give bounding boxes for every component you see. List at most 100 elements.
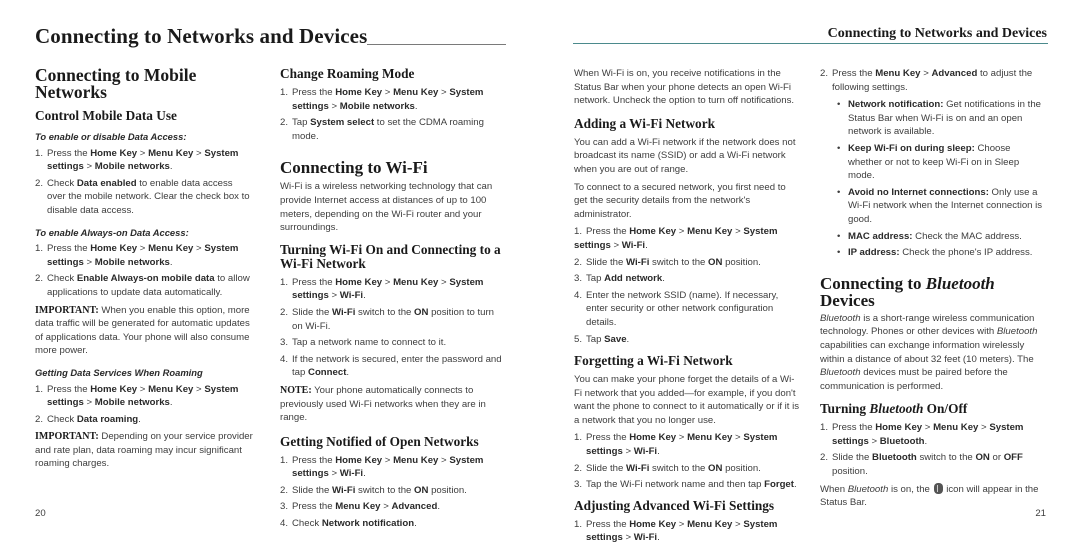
wifi-intro: Wi-Fi is a wireless networking technolog… <box>280 181 493 234</box>
page-number-left: 20 <box>35 508 46 519</box>
subsection-title-control-data: Control Mobile Data Use <box>35 108 177 123</box>
section-title-mobile-networks: Connecting to Mobile Networks <box>35 65 197 102</box>
list-item: 4. Check Network notification. <box>280 518 417 530</box>
step-number: 1. <box>574 432 583 444</box>
list-item: 1. Press the Home Key > Menu Key > System… <box>574 226 778 251</box>
list-item: 1. Press the Home Key > Menu Key > System… <box>280 87 484 112</box>
step-number: 1. <box>280 87 289 98</box>
list-item: • IP address: Check the phone's IP addres… <box>837 247 1033 259</box>
procedure-title-always-on: To enable Always-on Data Access: <box>35 226 189 238</box>
subsection-title-turning-wifi: Turning Wi-Fi On and Connecting to a Wi-… <box>280 241 501 271</box>
important-note-always-on: IMPORTANT: When you enable this option, … <box>35 304 250 357</box>
step-number: 2. <box>574 256 583 268</box>
bluetooth-icon <box>933 482 943 494</box>
column-4: 2. Press the Menu Key > Advanced to adjus… <box>820 67 1045 514</box>
important-note-roaming: IMPORTANT: Depending on your service pro… <box>35 431 253 470</box>
subsection-title-forgetting-wifi: Forgetting a Wi-Fi Network <box>574 353 733 369</box>
steps-adding-wifi: 1. Press the Home Key > Menu Key > System… <box>574 225 800 346</box>
subsection-title-advanced-wifi: Adjusting Advanced Wi-Fi Settings <box>574 497 775 513</box>
list-item: 1. Press the Home Key > Menu Key > System… <box>574 432 778 458</box>
adding-paragraph-2: To connect to a secured network, you fir… <box>574 181 786 220</box>
list-item: 3. Tap Add network. <box>574 273 665 285</box>
step-number: 1. <box>820 422 829 434</box>
column-3: When Wi-Fi is on, you receive notificati… <box>574 67 800 549</box>
steps-turning-wifi: 1. Press the Home Key > Menu Key > System… <box>280 276 505 380</box>
step-number: 2. <box>280 306 289 318</box>
subsection-title-adding-wifi: Adding a Wi-Fi Network <box>574 115 715 131</box>
list-item: 3. Tap a network name to connect to it. <box>280 337 447 349</box>
step-number: 1. <box>574 226 583 238</box>
header-rule-left <box>367 44 506 45</box>
list-item: • Avoid no Internet connections: Only use… <box>837 186 1043 225</box>
list-item: • MAC address: Check the MAC address. <box>837 230 1022 242</box>
list-item: 3. Press the Menu Key > Advanced. <box>280 501 440 513</box>
header-rule-right <box>573 43 1048 44</box>
steps-notified: 1. Press the Home Key > Menu Key > System… <box>280 454 505 531</box>
list-item: 2. Slide the Wi-Fi switch to the ON posit… <box>280 484 467 496</box>
step-number: 5. <box>574 333 583 345</box>
steps-turning-bluetooth: 1. Press the Home Key > Menu Key > System… <box>820 421 1045 478</box>
step-number: 3. <box>280 337 289 349</box>
section-title-wifi: Connecting to Wi-Fi <box>280 158 428 178</box>
steps-roaming-mode: 1. Press the Home Key > Menu Key > System… <box>280 86 505 143</box>
step-number: 2. <box>820 68 829 79</box>
bullet-icon: • <box>837 247 841 259</box>
list-item: 1. Press the Home Key > Menu Key > System… <box>35 147 239 173</box>
procedure-title-data-access: To enable or disable Data Access: <box>35 131 187 142</box>
list-item: 2. Check Enable Always-on mobile data to … <box>35 273 250 298</box>
bluetooth-intro: Bluetooth is a short-range wireless comm… <box>820 312 1038 392</box>
step-number: 2. <box>280 117 289 129</box>
adding-paragraph-1: You can add a Wi-Fi network if the netwo… <box>574 136 796 175</box>
step-number: 1. <box>35 243 44 255</box>
step-number: 2. <box>574 462 583 474</box>
note-auto-connect: NOTE: Your phone automatically connects … <box>280 384 486 424</box>
list-item: 1. Press the Home Key > Menu Key > System… <box>35 243 239 268</box>
list-item: 4. Enter the network SSID (name). If nece… <box>574 289 779 328</box>
list-item: 1. Press the Home Key > Menu Key > System… <box>574 518 778 544</box>
page-header-left: Connecting to Networks and Devices <box>35 24 368 48</box>
list-item: 2. Slide the Bluetooth switch to the ON o… <box>820 452 1023 478</box>
forgetting-paragraph: You can make your phone forget the detai… <box>574 374 800 426</box>
list-item: 3. Tap the Wi-Fi network name and then ta… <box>574 479 797 491</box>
step-number: 3. <box>574 479 583 491</box>
list-item: 2. Tap System select to set the CDMA roam… <box>280 117 484 142</box>
step-number: 1. <box>280 454 289 466</box>
step-number: 3. <box>574 273 583 285</box>
advanced-settings-list: • Network notification: Get notifications… <box>820 98 1045 260</box>
step-number: 2. <box>820 452 829 464</box>
bullet-icon: • <box>837 142 841 154</box>
list-item: 1. Press the Home Key > Menu Key > System… <box>280 276 484 302</box>
step-number: 2. <box>35 413 44 425</box>
list-item: 2. Slide the Wi-Fi switch to the ON posit… <box>574 462 761 474</box>
list-item: 2. Check Data roaming. <box>35 413 141 425</box>
step-number: 1. <box>574 518 583 530</box>
step-number: 1. <box>280 276 289 288</box>
list-item: 1. Press the Home Key > Menu Key > System… <box>35 383 239 409</box>
notify-description: When Wi-Fi is on, you receive notificati… <box>574 68 795 107</box>
steps-advanced-wifi-continued: 2. Press the Menu Key > Advanced to adjus… <box>820 67 1045 94</box>
steps-data-access: 1. Press the Home Key > Menu Key > System… <box>35 147 253 218</box>
bluetooth-status-note: When Bluetooth is on, the icon will appe… <box>820 482 1039 509</box>
bullet-icon: • <box>837 186 841 198</box>
list-item: 1. Press the Home Key > Menu Key > System… <box>280 454 484 480</box>
list-item: 2. Slide the Wi-Fi switch to the ON posit… <box>574 256 761 268</box>
subsection-title-notified: Getting Notified of Open Networks <box>280 433 479 449</box>
list-item: 2. Check Data enabled to enable data acce… <box>35 177 250 216</box>
step-number: 4. <box>280 518 289 530</box>
subsection-title-turning-bluetooth: Turning Bluetooth On/Off <box>820 401 968 417</box>
step-number: 1. <box>35 147 44 159</box>
column-2: Change Roaming Mode 1. Press the Home Key… <box>280 67 505 535</box>
list-item: 4. If the network is secured, enter the p… <box>280 353 502 379</box>
list-item: 2. Press the Menu Key > Advanced to adjus… <box>820 68 1033 93</box>
step-number: 2. <box>35 177 44 189</box>
bullet-icon: • <box>837 99 841 111</box>
step-number: 4. <box>280 353 289 365</box>
step-number: 2. <box>35 273 44 285</box>
list-item: 2. Slide the Wi-Fi switch to the ON posit… <box>280 306 495 332</box>
steps-forgetting-wifi: 1. Press the Home Key > Menu Key > System… <box>574 431 800 491</box>
step-number: 3. <box>280 501 289 513</box>
step-number: 2. <box>280 484 289 496</box>
list-item: 1. Press the Home Key > Menu Key > System… <box>820 422 1024 447</box>
procedure-title-roaming: Getting Data Services When Roaming <box>35 366 203 378</box>
steps-always-on: 1. Press the Home Key > Menu Key > System… <box>35 242 253 299</box>
